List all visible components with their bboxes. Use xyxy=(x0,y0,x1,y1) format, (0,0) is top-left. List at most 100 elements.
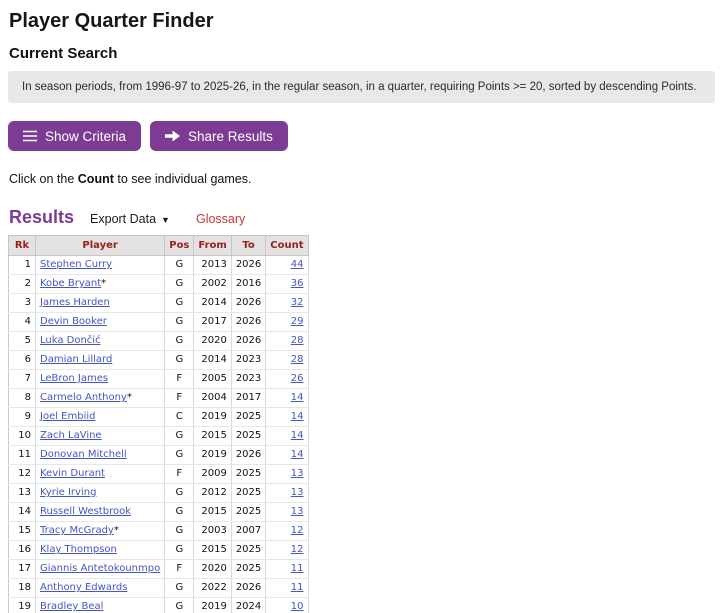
rank-cell: 8 xyxy=(9,389,36,408)
count-link[interactable]: 36 xyxy=(291,278,304,289)
table-row: 16 Klay Thompson G 2015 2025 12 xyxy=(9,541,309,560)
header-count[interactable]: Count xyxy=(266,236,308,256)
header-rk[interactable]: Rk xyxy=(9,236,36,256)
player-link[interactable]: Luka Dončić xyxy=(40,335,101,346)
to-cell: 2025 xyxy=(231,465,265,484)
player-cell: Devin Booker xyxy=(36,313,165,332)
header-pos[interactable]: Pos xyxy=(165,236,194,256)
count-link[interactable]: 14 xyxy=(291,392,304,403)
from-cell: 2020 xyxy=(194,332,231,351)
to-cell: 2025 xyxy=(231,408,265,427)
player-link[interactable]: Giannis Antetokounmpo xyxy=(40,563,160,574)
player-link[interactable]: Stephen Curry xyxy=(40,259,112,270)
player-link[interactable]: Tracy McGrady xyxy=(40,525,114,536)
count-link[interactable]: 14 xyxy=(291,449,304,460)
player-link[interactable]: Devin Booker xyxy=(40,316,107,327)
player-link[interactable]: Damian Lillard xyxy=(40,354,112,365)
player-link[interactable]: Russell Westbrook xyxy=(40,506,131,517)
player-link[interactable]: Joel Embiid xyxy=(40,411,96,422)
table-row: 5 Luka Dončić G 2020 2026 28 xyxy=(9,332,309,351)
count-cell: 28 xyxy=(266,351,308,370)
header-from[interactable]: From xyxy=(194,236,231,256)
pos-cell: G xyxy=(165,427,194,446)
count-cell: 12 xyxy=(266,522,308,541)
count-link[interactable]: 13 xyxy=(291,487,304,498)
current-search-summary: In season periods, from 1996-97 to 2025-… xyxy=(8,71,715,103)
rank-cell: 4 xyxy=(9,313,36,332)
count-link[interactable]: 26 xyxy=(291,373,304,384)
pos-cell: G xyxy=(165,446,194,465)
player-cell: Tracy McGrady* xyxy=(36,522,165,541)
from-cell: 2003 xyxy=(194,522,231,541)
count-note-bold: Count xyxy=(78,172,114,186)
from-cell: 2015 xyxy=(194,503,231,522)
player-link[interactable]: Donovan Mitchell xyxy=(40,449,127,460)
player-cell: Klay Thompson xyxy=(36,541,165,560)
count-link[interactable]: 11 xyxy=(291,563,304,574)
count-link[interactable]: 28 xyxy=(291,335,304,346)
rank-cell: 2 xyxy=(9,275,36,294)
count-cell: 13 xyxy=(266,484,308,503)
player-link[interactable]: Kyrie Irving xyxy=(40,487,96,498)
export-data-label: Export Data xyxy=(90,212,156,226)
rank-cell: 9 xyxy=(9,408,36,427)
player-link[interactable]: Anthony Edwards xyxy=(40,582,127,593)
player-link[interactable]: Klay Thompson xyxy=(40,544,117,555)
player-link[interactable]: Kevin Durant xyxy=(40,468,105,479)
pos-cell: F xyxy=(165,465,194,484)
count-link[interactable]: 13 xyxy=(291,506,304,517)
to-cell: 2026 xyxy=(231,332,265,351)
count-link[interactable]: 12 xyxy=(291,525,304,536)
count-link[interactable]: 14 xyxy=(291,430,304,441)
page-title: Player Quarter Finder xyxy=(9,10,720,32)
from-cell: 2019 xyxy=(194,408,231,427)
count-link[interactable]: 10 xyxy=(291,601,304,612)
pos-cell: G xyxy=(165,294,194,313)
rank-cell: 19 xyxy=(9,598,36,613)
rank-cell: 1 xyxy=(9,256,36,275)
rank-cell: 7 xyxy=(9,370,36,389)
pos-cell: G xyxy=(165,598,194,613)
count-cell: 14 xyxy=(266,427,308,446)
player-cell: James Harden xyxy=(36,294,165,313)
share-results-button[interactable]: Share Results xyxy=(150,121,288,151)
header-to[interactable]: To xyxy=(231,236,265,256)
player-link[interactable]: Bradley Beal xyxy=(40,601,103,612)
pos-cell: F xyxy=(165,389,194,408)
results-table: Rk Player Pos From To Count 1 Stephen Cu… xyxy=(8,235,309,613)
count-link[interactable]: 11 xyxy=(291,582,304,593)
count-link[interactable]: 14 xyxy=(291,411,304,422)
count-cell: 11 xyxy=(266,579,308,598)
table-row: 2 Kobe Bryant* G 2002 2016 36 xyxy=(9,275,309,294)
header-player[interactable]: Player xyxy=(36,236,165,256)
count-link[interactable]: 28 xyxy=(291,354,304,365)
count-link[interactable]: 29 xyxy=(291,316,304,327)
player-link[interactable]: Carmelo Anthony xyxy=(40,392,127,403)
to-cell: 2023 xyxy=(231,370,265,389)
count-link[interactable]: 32 xyxy=(291,297,304,308)
hof-asterisk: * xyxy=(127,392,132,403)
to-cell: 2026 xyxy=(231,579,265,598)
export-data-dropdown[interactable]: Export Data▼ xyxy=(90,212,170,226)
player-link[interactable]: LeBron James xyxy=(40,373,108,384)
share-results-label: Share Results xyxy=(188,129,273,144)
from-cell: 2012 xyxy=(194,484,231,503)
player-link[interactable]: James Harden xyxy=(40,297,110,308)
table-row: 1 Stephen Curry G 2013 2026 44 xyxy=(9,256,309,275)
player-cell: Damian Lillard xyxy=(36,351,165,370)
from-cell: 2013 xyxy=(194,256,231,275)
rank-cell: 13 xyxy=(9,484,36,503)
rank-cell: 6 xyxy=(9,351,36,370)
glossary-link[interactable]: Glossary xyxy=(196,212,245,226)
count-link[interactable]: 12 xyxy=(291,544,304,555)
pos-cell: G xyxy=(165,522,194,541)
to-cell: 2007 xyxy=(231,522,265,541)
show-criteria-button[interactable]: Show Criteria xyxy=(8,121,141,151)
player-link[interactable]: Zach LaVine xyxy=(40,430,102,441)
count-link[interactable]: 13 xyxy=(291,468,304,479)
count-cell: 13 xyxy=(266,503,308,522)
table-row: 13 Kyrie Irving G 2012 2025 13 xyxy=(9,484,309,503)
player-link[interactable]: Kobe Bryant xyxy=(40,278,101,289)
player-cell: Kobe Bryant* xyxy=(36,275,165,294)
count-link[interactable]: 44 xyxy=(291,259,304,270)
